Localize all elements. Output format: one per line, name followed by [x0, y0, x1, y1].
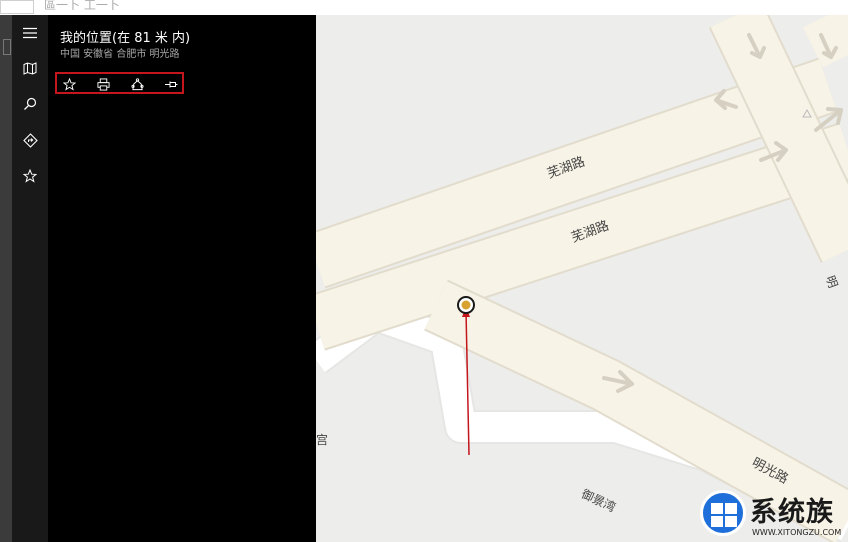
- rail-marker: [3, 39, 11, 55]
- top-input-box: [0, 0, 34, 14]
- nav-bar: [12, 15, 48, 542]
- share-icon[interactable]: [128, 76, 146, 92]
- windows-logo-icon: [700, 490, 746, 536]
- star-icon[interactable]: [60, 76, 78, 92]
- top-strip-text: 區一卜 工一卜: [44, 0, 120, 12]
- road-label-partial-left: 宫: [316, 433, 329, 447]
- location-panel: 我的位置(在 81 米 内) 中国 安徽省 合肥市 明光路: [48, 15, 316, 542]
- action-toolbar: [55, 72, 184, 94]
- watermark: 系统族 WWW.XITONGZU.COM: [700, 488, 848, 542]
- print-icon[interactable]: [94, 76, 112, 92]
- search-icon[interactable]: [20, 94, 40, 114]
- watermark-brand: 系统族: [750, 497, 834, 528]
- left-rail: [0, 15, 12, 542]
- top-strip: 區一卜 工一卜: [0, 0, 848, 16]
- map-icon[interactable]: [20, 58, 40, 78]
- map-view[interactable]: 芜湖路 芜湖路 明光路 御景湾 宫 明: [316, 15, 848, 542]
- menu-icon[interactable]: [20, 23, 40, 43]
- pin-icon[interactable]: [162, 76, 180, 92]
- directions-icon[interactable]: [20, 130, 40, 150]
- location-address: 中国 安徽省 合肥市 明光路: [60, 49, 180, 60]
- location-title: 我的位置(在 81 米 内): [60, 31, 191, 46]
- watermark-url: WWW.XITONGZU.COM: [752, 528, 842, 537]
- favorites-icon[interactable]: [20, 166, 40, 186]
